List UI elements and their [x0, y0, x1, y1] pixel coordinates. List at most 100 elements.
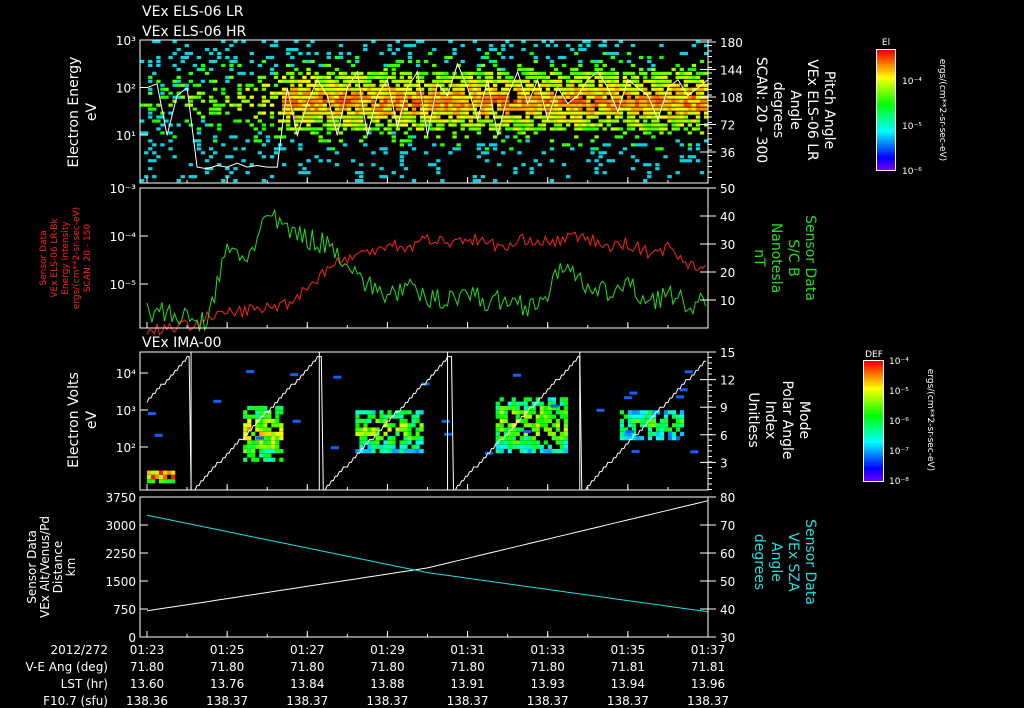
colorbar-el-segment	[877, 160, 895, 163]
els-heatmap-cell	[432, 119, 437, 123]
colorbar-el-segment	[877, 112, 895, 115]
ima-heatmap-cell	[495, 405, 500, 411]
els-heatmap-cell	[590, 151, 595, 155]
ima-heatmap-cell	[251, 414, 256, 419]
els-heatmap-cell	[468, 79, 473, 83]
els-heatmap-cell	[286, 63, 291, 68]
ima-heatmap-cell	[259, 423, 264, 428]
els-heatmap-cell	[699, 171, 705, 175]
ima-heatmap-cell	[523, 397, 528, 402]
els-heatmap-cell	[598, 79, 603, 83]
ima-heatmap-cell	[647, 427, 653, 432]
ima-heatmap-cell	[495, 431, 500, 436]
els-heatmap-cell	[521, 103, 526, 107]
els-heatmap-cell	[253, 135, 258, 139]
els-heatmap-cell	[566, 91, 571, 95]
colorbar-def-segment	[864, 413, 883, 416]
els-heatmap-cell	[505, 107, 510, 111]
colorbar-el-segment	[877, 72, 895, 75]
els-heatmap-cell	[379, 95, 384, 99]
els-heatmap-cell	[671, 87, 676, 91]
els-heatmap-cell	[549, 79, 555, 83]
els-heatmap-cell	[598, 91, 603, 95]
els-heatmap-cell	[679, 119, 684, 123]
els-heatmap-cell	[570, 115, 575, 119]
table-cell: 138.37	[607, 694, 649, 708]
els-heatmap-cell	[326, 79, 331, 83]
els-heatmap-cell	[403, 71, 409, 75]
ima-heatmap-cell	[251, 453, 256, 458]
y-tick-label: 10²	[116, 82, 136, 96]
els-heatmap-cell	[387, 119, 392, 123]
els-heatmap-cell	[371, 99, 376, 103]
els-heatmap-cell	[225, 75, 230, 79]
els-heatmap-cell	[152, 151, 157, 155]
table-cell: 71.81	[691, 660, 725, 674]
els-heatmap-cell	[330, 71, 336, 75]
els-heatmap-cell	[411, 111, 417, 115]
els-heatmap-cell	[395, 127, 400, 131]
els-heatmap-cell	[395, 87, 400, 91]
els-heatmap-cell	[342, 127, 348, 131]
els-heatmap-cell	[184, 119, 189, 123]
els-heatmap-cell	[691, 107, 697, 111]
els-heatmap-cell	[338, 103, 344, 107]
ima-heatmap-cell	[147, 479, 152, 484]
els-heatmap-cell	[294, 103, 299, 107]
els-heatmap-cell	[436, 107, 441, 111]
els-heatmap-cell	[306, 123, 311, 127]
els-heatmap-cell	[180, 175, 185, 179]
els-heatmap-cell	[152, 71, 157, 75]
els-heatmap-cell	[614, 115, 620, 119]
els-heatmap-cell	[545, 99, 551, 103]
ima-heatmap-cell	[147, 470, 152, 475]
els-heatmap-cell	[574, 127, 579, 131]
els-heatmap-cell	[549, 83, 555, 87]
els-heatmap-cell	[387, 47, 392, 52]
els-heatmap-cell	[310, 95, 315, 99]
ima-heatmap-cell	[243, 423, 248, 428]
els-heatmap-cell	[367, 91, 372, 95]
els-heatmap-cell	[639, 107, 644, 111]
els-heatmap-cell	[306, 159, 311, 163]
ima-heatmap-cell	[619, 436, 625, 441]
els-heatmap-cell	[598, 155, 603, 159]
colorbar-def-segment	[864, 431, 883, 434]
els-heatmap-cell	[290, 91, 295, 95]
colorbar-el-segment	[877, 90, 895, 93]
els-heatmap-cell	[667, 131, 672, 135]
els-heatmap-cell	[505, 111, 510, 115]
els-heatmap-cell	[379, 175, 384, 179]
els-heatmap-cell	[140, 119, 145, 123]
els-heatmap-cell	[618, 151, 624, 155]
els-heatmap-cell	[651, 95, 656, 99]
els-heatmap-cell	[440, 103, 445, 107]
y2-axis-label: VEx ELS-06 LR	[804, 59, 820, 161]
ima-heatmap-cell	[371, 444, 376, 449]
els-heatmap-cell	[643, 123, 648, 127]
els-heatmap-cell	[541, 71, 547, 75]
els-heatmap-cell	[691, 63, 697, 68]
els-heatmap-cell	[655, 147, 660, 151]
els-heatmap-cell	[488, 75, 494, 79]
els-heatmap-cell	[213, 47, 218, 52]
ima-heatmap-cell	[563, 449, 568, 454]
els-heatmap-cell	[691, 155, 697, 159]
els-heatmap-cell	[432, 111, 437, 115]
els-heatmap-cell	[497, 163, 502, 167]
els-heatmap-cell	[306, 91, 311, 95]
els-heatmap-cell	[472, 91, 478, 95]
els-heatmap-cell	[671, 123, 676, 127]
els-heatmap-cell	[359, 79, 364, 83]
els-heatmap-cell	[655, 127, 660, 131]
els-heatmap-cell	[594, 115, 599, 119]
els-heatmap-cell	[614, 127, 620, 131]
table-cell: 138.37	[447, 694, 489, 708]
els-heatmap-cell	[610, 67, 615, 71]
els-heatmap-cell	[310, 131, 315, 135]
colorbar-def-segment	[864, 477, 883, 480]
els-heatmap-cell	[217, 51, 222, 56]
ima-heatmap-cell	[559, 397, 564, 402]
els-heatmap-cell	[221, 91, 226, 95]
els-heatmap-cell	[639, 67, 644, 71]
